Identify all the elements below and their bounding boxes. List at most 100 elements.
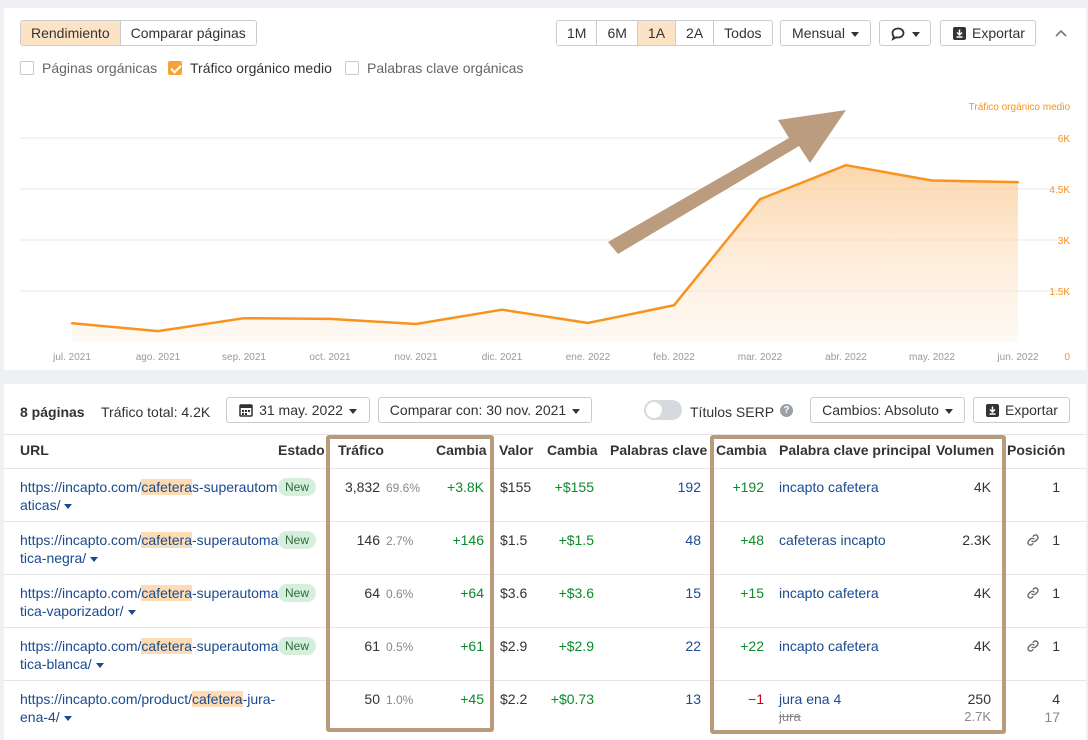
position: 1 — [1052, 532, 1060, 548]
value-change: +$3.6 — [558, 585, 594, 601]
chevron-down-icon[interactable] — [63, 715, 72, 721]
traffic-chart: 0 1.5K 3K 4.5K 6K jul. 2021 ago. 2021 sep. 2021… — [20, 102, 1071, 363]
date-value: 31 may. 2022 — [259, 402, 343, 418]
data-point — [1016, 181, 1020, 184]
data-point — [758, 198, 762, 201]
x-tick-label: abr. 2022 — [825, 352, 867, 363]
chevron-down-icon[interactable] — [95, 662, 104, 668]
pages-count: 8 páginas — [20, 404, 85, 420]
x-tick-label: jul. 2021 — [52, 352, 91, 363]
keywords-count[interactable]: 13 — [644, 690, 701, 708]
data-point — [844, 164, 848, 167]
col-value[interactable]: Valor — [499, 442, 533, 458]
value: $155 — [500, 479, 532, 495]
y-tick-label: 6K — [1058, 134, 1071, 145]
export-label: Exportar — [1005, 402, 1058, 418]
col-value-change[interactable]: Cambia — [547, 442, 598, 458]
url-highlight: cafetera — [191, 691, 243, 707]
status-badge: New — [278, 478, 317, 496]
x-tick-label: mar. 2022 — [738, 352, 783, 363]
chevron-down-icon[interactable] — [64, 503, 73, 509]
pages-table-panel: 8 páginas Tráfico total: 4.2K 31 may. 20… — [4, 384, 1086, 740]
help-icon[interactable]: ? — [780, 404, 793, 417]
chevron-down-icon — [944, 408, 953, 414]
value-change: +$155 — [554, 479, 594, 495]
data-point — [500, 308, 504, 311]
position: 1 — [1052, 638, 1060, 654]
y-tick-label: 1.5K — [1049, 287, 1070, 298]
data-point — [414, 322, 418, 326]
value: $1.5 — [500, 532, 528, 548]
url-highlight: cafetera — [141, 532, 192, 548]
keywords-count[interactable]: 48 — [644, 531, 701, 549]
value-change: +$1.5 — [558, 532, 594, 548]
position: 4 — [1052, 691, 1060, 707]
x-tick-label: feb. 2022 — [653, 352, 695, 363]
highlight-frame-keywords — [710, 435, 1006, 734]
status-badge: New — [278, 531, 317, 549]
keywords-count[interactable]: 192 — [644, 478, 701, 496]
url-text: https://incapto.com/ — [20, 532, 142, 548]
x-tick-label: may. 2022 — [909, 352, 955, 363]
highlight-frame-traffic — [326, 435, 494, 732]
page-url-link[interactable]: https://incapto.com/cafetera-superautoma… — [20, 531, 280, 567]
col-position[interactable]: Posición — [1007, 442, 1065, 458]
value: $3.6 — [500, 585, 528, 601]
page-url-link[interactable]: https://incapto.com/cafeteras-superautom… — [20, 478, 280, 514]
url-text: https://incapto.com/ — [20, 638, 142, 654]
download-icon — [986, 404, 999, 417]
data-point — [242, 317, 246, 320]
legend-label: Tráfico orgánico medio — [969, 102, 1071, 113]
url-text: https://incapto.com/ — [20, 585, 142, 601]
chevron-down-icon[interactable] — [90, 556, 99, 562]
performance-panel: Rendimiento Comparar páginas 1M 6M 1A 2A… — [4, 8, 1086, 370]
changes-label: Cambios: Absoluto — [822, 402, 939, 418]
total-traffic: Tráfico total: 4.2K — [101, 404, 211, 420]
data-point — [586, 321, 590, 325]
secondary-position: 17 — [1044, 709, 1060, 725]
url-highlight: cafetera — [141, 585, 192, 601]
export-button-table[interactable]: Exportar — [973, 397, 1070, 423]
page-url-link[interactable]: https://incapto.com/cafetera-superautoma… — [20, 637, 280, 673]
date-picker[interactable]: 31 may. 2022 — [226, 397, 370, 423]
data-point — [70, 322, 74, 325]
keywords-count[interactable]: 22 — [644, 637, 701, 655]
y-tick-label: 4.5K — [1049, 185, 1070, 196]
x-tick-label: ene. 2022 — [566, 352, 611, 363]
y-tick-label: 3K — [1058, 236, 1071, 247]
col-keywords[interactable]: Palabras clave — [610, 442, 707, 458]
page-url-link[interactable]: https://incapto.com/product/cafetera-jur… — [20, 690, 280, 726]
value: $2.2 — [500, 691, 528, 707]
data-point — [328, 317, 332, 321]
status-badge: New — [278, 637, 317, 655]
url-text: https://incapto.com/ — [20, 479, 142, 495]
compare-select[interactable]: Comparar con: 30 nov. 2021 — [378, 397, 592, 423]
x-tick-label: jun. 2022 — [996, 352, 1039, 363]
x-tick-label: dic. 2021 — [482, 352, 523, 363]
chevron-down-icon — [572, 408, 581, 414]
col-status[interactable]: Estado — [278, 442, 325, 458]
x-tick-label: ago. 2021 — [136, 352, 181, 363]
value: $2.9 — [500, 638, 528, 654]
position: 1 — [1052, 479, 1060, 495]
chevron-down-icon — [348, 408, 357, 414]
position: 1 — [1052, 585, 1060, 601]
serp-titles-toggle[interactable] — [644, 400, 682, 420]
compare-label: Comparar con: 30 nov. 2021 — [389, 402, 567, 418]
chevron-down-icon[interactable] — [127, 609, 136, 615]
changes-select[interactable]: Cambios: Absoluto — [810, 397, 965, 423]
value-change: +$2.9 — [558, 638, 594, 654]
x-tick-label: nov. 2021 — [394, 352, 438, 363]
data-point — [156, 329, 160, 333]
status-badge: New — [278, 584, 317, 602]
serp-titles-label: Títulos SERP — [690, 404, 775, 420]
data-point — [930, 179, 934, 182]
url-highlight: cafetera — [141, 638, 192, 654]
x-tick-label: sep. 2021 — [222, 352, 266, 363]
col-url[interactable]: URL — [20, 442, 49, 458]
x-tick-label: oct. 2021 — [309, 352, 351, 363]
page-url-link[interactable]: https://incapto.com/cafetera-superautoma… — [20, 584, 280, 620]
calendar-icon — [239, 404, 253, 417]
value-change: +$0.73 — [550, 691, 594, 707]
keywords-count[interactable]: 15 — [644, 584, 701, 602]
